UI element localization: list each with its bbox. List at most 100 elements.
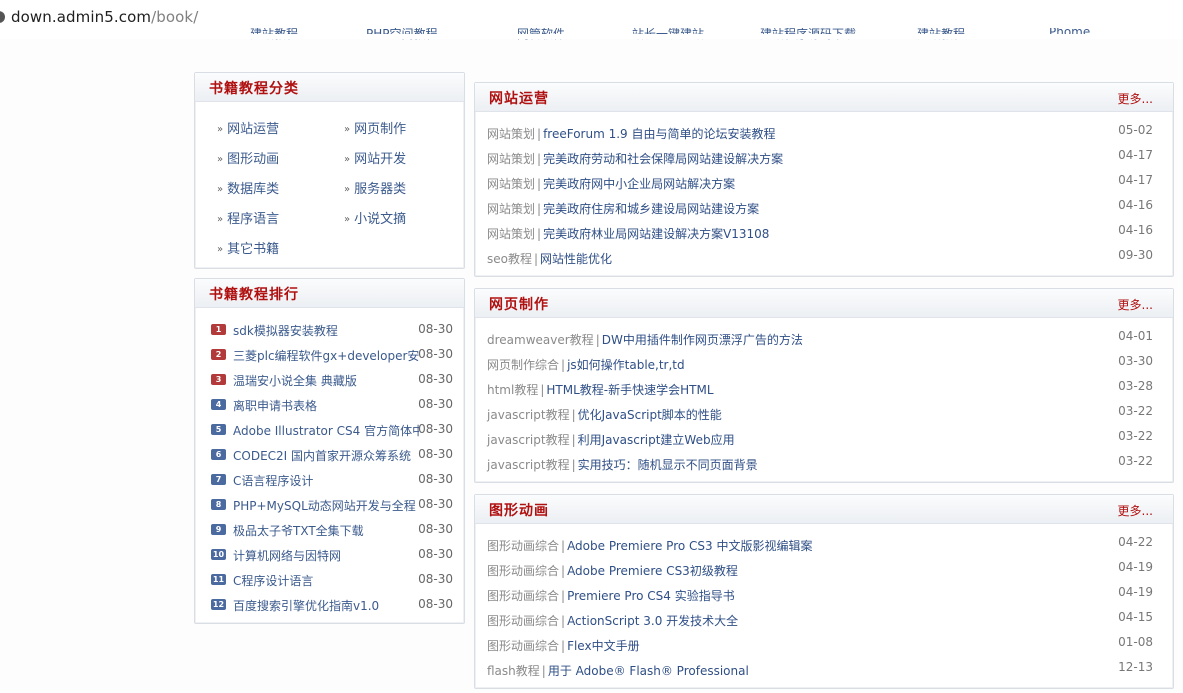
article-category-link[interactable]: 图形动画综合 bbox=[487, 614, 559, 628]
category-panel-header: 书籍教程分类 bbox=[195, 73, 464, 102]
article-title-link[interactable]: 网站性能优化 bbox=[540, 252, 612, 266]
article-category-link[interactable]: javascript教程 bbox=[487, 458, 570, 472]
category-item[interactable]: » 图形动画 bbox=[217, 148, 279, 167]
rank-number-badge: 11 bbox=[211, 574, 226, 585]
article-title-link[interactable]: 完美政府住房和城乡建设局网站建设方案 bbox=[543, 202, 759, 216]
article-left: 网站策划 | freeForum 1.9 自由与简单的论坛安装教程 bbox=[487, 123, 775, 142]
article-category-link[interactable]: 图形动画综合 bbox=[487, 539, 559, 553]
article-title-link[interactable]: 优化JavaScript脚本的性能 bbox=[578, 408, 722, 422]
url-text[interactable]: down.admin5.com/book/ bbox=[11, 8, 198, 26]
article-title-link[interactable]: freeForum 1.9 自由与简单的论坛安装教程 bbox=[543, 127, 775, 141]
category-item[interactable]: » 网页制作 bbox=[344, 118, 406, 137]
ranking-row[interactable]: 2 三菱plc编程软件gx+developer安装 08-30 bbox=[210, 346, 453, 366]
ranking-row[interactable]: 7 C语言程序设计 08-30 bbox=[210, 471, 453, 491]
article-category-link[interactable]: 网页制作综合 bbox=[487, 358, 559, 372]
ranking-row[interactable]: 10 计算机网络与因特网 08-30 bbox=[210, 546, 453, 566]
ranking-title[interactable]: 计算机网络与因特网 bbox=[233, 547, 419, 564]
article-title-link[interactable]: 实用技巧：随机显示不同页面背景 bbox=[578, 458, 758, 472]
ranking-row[interactable]: 4 离职申请书表格 08-30 bbox=[210, 396, 453, 416]
article-title-link[interactable]: Flex中文手册 bbox=[567, 639, 640, 653]
article-title-link[interactable]: Premiere Pro CS4 实验指导书 bbox=[567, 589, 735, 603]
ranking-title[interactable]: CODEC2I 国内首家开源众筹系统 bbox=[233, 447, 419, 464]
ranking-row[interactable]: 5 Adobe Illustrator CS4 官方简体中 08-30 bbox=[210, 421, 453, 441]
section-title: 网站运营 bbox=[489, 91, 549, 107]
more-link[interactable]: 更多... bbox=[1118, 502, 1153, 519]
ranking-row[interactable]: 9 极品太子爷TXT全集下载 08-30 bbox=[210, 521, 453, 541]
article-category-link[interactable]: 图形动画综合 bbox=[487, 564, 559, 578]
article-title-link[interactable]: 用于 Adobe® Flash® Professional bbox=[548, 664, 749, 678]
article-separator: | bbox=[571, 433, 576, 447]
category-item-label: 小说文摘 bbox=[354, 212, 407, 227]
article-title-link[interactable]: 完美政府林业局网站建设解决方案V13108 bbox=[543, 227, 769, 241]
page-info-icon[interactable] bbox=[0, 11, 5, 23]
article-title-link[interactable]: Adobe Premiere Pro CS3 中文版影视编辑案 bbox=[567, 539, 812, 553]
category-item[interactable]: » 小说文摘 bbox=[344, 208, 406, 227]
ranking-title[interactable]: 离职申请书表格 bbox=[233, 397, 419, 414]
ranking-title[interactable]: sdk模拟器安装教程 bbox=[233, 322, 419, 339]
ranking-title[interactable]: PHP+MySQL动态网站开发与全程 bbox=[233, 497, 419, 514]
category-item[interactable]: » 网站运营 bbox=[217, 118, 279, 137]
article-category-link[interactable]: dreamweaver教程 bbox=[487, 333, 594, 347]
category-item[interactable]: » 其它书籍 bbox=[217, 238, 279, 257]
ranking-title[interactable]: C程序设计语言 bbox=[233, 572, 419, 589]
ranking-row[interactable]: 1 sdk模拟器安装教程 08-30 bbox=[210, 321, 453, 341]
article-row: html教程 | HTML教程-新手快速学会HTML 03-28 bbox=[487, 379, 1153, 399]
article-row: 图形动画综合 | Flex中文手册 01-08 bbox=[487, 635, 1153, 655]
ranking-title[interactable]: 三菱plc编程软件gx+developer安装 bbox=[233, 347, 419, 364]
more-link[interactable]: 更多... bbox=[1118, 296, 1153, 313]
article-category-link[interactable]: 网站策划 bbox=[487, 177, 535, 191]
article-title-link[interactable]: DW中用插件制作网页漂浮广告的方法 bbox=[602, 333, 803, 347]
article-category-link[interactable]: 网站策划 bbox=[487, 202, 535, 216]
article-separator: | bbox=[533, 252, 539, 266]
article-row: flash教程 | 用于 Adobe® Flash® Professional 12-… bbox=[487, 660, 1153, 680]
category-item[interactable]: » 网站开发 bbox=[344, 148, 406, 167]
ranking-title[interactable]: 温瑞安小说全集 典藏版 bbox=[233, 372, 419, 389]
ranking-row[interactable]: 3 温瑞安小说全集 典藏版 08-30 bbox=[210, 371, 453, 391]
article-date: 03-28 bbox=[1118, 379, 1153, 393]
article-left: 图形动画综合 | ActionScript 3.0 开发技术大全 bbox=[487, 610, 738, 629]
more-link[interactable]: 更多... bbox=[1118, 90, 1153, 107]
section-header: 网页制作 更多... bbox=[475, 289, 1173, 318]
article-title-link[interactable]: HTML教程-新手快速学会HTML bbox=[546, 383, 713, 397]
article-row: 网站策划 | 完美政府网中小企业局网站解决方案 04-17 bbox=[487, 173, 1153, 193]
article-separator: | bbox=[571, 408, 576, 422]
article-category-link[interactable]: 网站策划 bbox=[487, 227, 535, 241]
ranking-title[interactable]: 极品太子爷TXT全集下载 bbox=[233, 522, 419, 539]
category-item[interactable]: » 程序语言 bbox=[217, 208, 279, 227]
article-title-link[interactable]: 完美政府劳动和社会保障局网站建设解决方案 bbox=[543, 152, 783, 166]
article-title-link[interactable]: 完美政府网中小企业局网站解决方案 bbox=[543, 177, 735, 191]
article-category-link[interactable]: 网站策划 bbox=[487, 152, 535, 166]
section-title: 网页制作 bbox=[489, 297, 549, 313]
ranking-title[interactable]: 百度搜索引擎优化指南v1.0 bbox=[233, 597, 419, 614]
article-separator: | bbox=[561, 639, 566, 653]
category-item[interactable]: » 数据库类 bbox=[217, 178, 279, 197]
ranking-title[interactable]: C语言程序设计 bbox=[233, 472, 419, 489]
address-bar-spacer bbox=[0, 34, 1183, 39]
article-category-link[interactable]: flash教程 bbox=[487, 664, 540, 678]
article-row: javascript教程 | 实用技巧：随机显示不同页面背景 03-22 bbox=[487, 454, 1153, 474]
article-row: javascript教程 | 优化JavaScript脚本的性能 03-22 bbox=[487, 404, 1153, 424]
ranking-row[interactable]: 8 PHP+MySQL动态网站开发与全程 08-30 bbox=[210, 496, 453, 516]
article-date: 04-01 bbox=[1118, 329, 1153, 343]
ranking-row[interactable]: 11 C程序设计语言 08-30 bbox=[210, 571, 453, 591]
article-category-link[interactable]: 图形动画综合 bbox=[487, 589, 559, 603]
ranking-date: 08-30 bbox=[418, 422, 453, 436]
article-title-link[interactable]: 利用Javascript建立Web应用 bbox=[578, 433, 735, 447]
ranking-row[interactable]: 6 CODEC2I 国内首家开源众筹系统 08-30 bbox=[210, 446, 453, 466]
article-category-link[interactable]: javascript教程 bbox=[487, 433, 570, 447]
article-title-link[interactable]: Adobe Premiere CS3初级教程 bbox=[567, 564, 738, 578]
ranking-row[interactable]: 12 百度搜索引擎优化指南v1.0 08-30 bbox=[210, 596, 453, 616]
ranking-title[interactable]: Adobe Illustrator CS4 官方简体中 bbox=[233, 422, 419, 439]
section-header: 图形动画 更多... bbox=[475, 495, 1173, 524]
section-panel-graphics-animation: 图形动画 更多... 图形动画综合 | Adobe Premiere Pro CS3… bbox=[474, 494, 1174, 689]
article-category-link[interactable]: 网站策划 bbox=[487, 127, 535, 141]
article-title-link[interactable]: ActionScript 3.0 开发技术大全 bbox=[567, 614, 738, 628]
article-category-link[interactable]: html教程 bbox=[487, 383, 538, 397]
article-category-link[interactable]: javascript教程 bbox=[487, 408, 570, 422]
article-title-link[interactable]: js如何操作table,tr,td bbox=[567, 358, 685, 372]
article-category-link[interactable]: seo教程 bbox=[487, 252, 532, 266]
article-separator: | bbox=[541, 664, 546, 678]
article-category-link[interactable]: 图形动画综合 bbox=[487, 639, 559, 653]
category-item[interactable]: » 服务器类 bbox=[344, 178, 406, 197]
category-item-label: 数据库类 bbox=[227, 182, 280, 197]
